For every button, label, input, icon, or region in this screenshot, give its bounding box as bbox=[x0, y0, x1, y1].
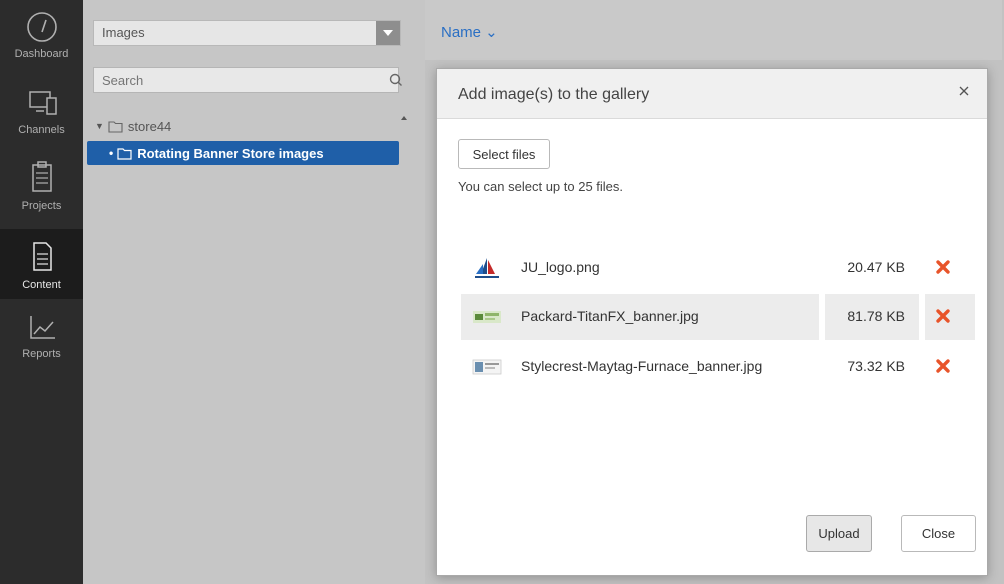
nav-label-projects: Projects bbox=[21, 200, 62, 212]
close-icon[interactable] bbox=[957, 84, 971, 98]
file-thumbnail-icon bbox=[475, 258, 499, 278]
row-separator bbox=[819, 294, 825, 340]
file-name: Stylecrest-Maytag-Furnace_banner.jpg bbox=[521, 358, 763, 374]
expand-caret-icon[interactable]: ▼ bbox=[95, 121, 104, 131]
nav-item-reports[interactable]: Reports bbox=[0, 300, 83, 370]
dropdown-caret-icon[interactable] bbox=[376, 21, 400, 45]
file-thumbnail-icon bbox=[472, 359, 502, 375]
bullet-icon: • bbox=[109, 146, 114, 160]
upload-button[interactable]: Upload bbox=[806, 515, 872, 552]
search-icon[interactable] bbox=[389, 73, 403, 87]
nav-item-projects[interactable]: Projects bbox=[0, 150, 83, 220]
dialog-header: Add image(s) to the gallery bbox=[437, 69, 987, 119]
file-limit-hint: You can select up to 25 files. bbox=[458, 179, 624, 194]
folder-icon bbox=[117, 147, 132, 160]
folder-tree-panel: Images ▼ store44 • Rotating Banner Store… bbox=[83, 0, 425, 584]
main-nav-rail: Dashboard Channels Projects Content Repo… bbox=[0, 0, 83, 584]
file-size: 20.47 KB bbox=[847, 259, 905, 275]
file-name: Packard-TitanFX_banner.jpg bbox=[521, 308, 699, 324]
folder-icon bbox=[108, 120, 123, 133]
close-button[interactable]: Close bbox=[901, 515, 976, 552]
file-size: 73.32 KB bbox=[847, 358, 905, 374]
file-name: JU_logo.png bbox=[521, 259, 600, 275]
tree-node-store44[interactable]: ▼ store44 bbox=[95, 117, 171, 135]
nav-label-reports: Reports bbox=[22, 348, 61, 360]
dashboard-gauge-icon bbox=[26, 12, 57, 42]
nav-item-content[interactable]: Content bbox=[0, 229, 83, 299]
file-row: Packard-TitanFX_banner.jpg 81.78 KB bbox=[461, 294, 975, 340]
remove-file-icon[interactable] bbox=[935, 259, 951, 275]
nav-item-dashboard[interactable]: Dashboard bbox=[0, 0, 83, 70]
file-row: Stylecrest-Maytag-Furnace_banner.jpg 73.… bbox=[461, 344, 975, 390]
content-document-icon bbox=[32, 242, 52, 271]
nav-label-dashboard: Dashboard bbox=[14, 48, 69, 60]
tree-node-label: store44 bbox=[127, 118, 172, 134]
content-header: Name ⌄ bbox=[425, 0, 1002, 60]
tree-scroll-up-icon[interactable] bbox=[401, 112, 407, 132]
file-thumbnail-icon bbox=[473, 311, 501, 323]
dialog-title: Add image(s) to the gallery bbox=[458, 86, 650, 103]
row-separator bbox=[919, 294, 925, 340]
sort-by-name-button[interactable]: Name ⌄ bbox=[441, 23, 498, 41]
remove-file-icon[interactable] bbox=[935, 358, 951, 374]
dropdown-value: Images bbox=[102, 25, 145, 40]
nav-item-channels[interactable]: Channels bbox=[0, 76, 83, 146]
tree-node-rotating-banner[interactable]: • Rotating Banner Store images bbox=[87, 141, 399, 165]
tree-node-label: Rotating Banner Store images bbox=[137, 145, 324, 161]
nav-label-channels: Channels bbox=[18, 124, 65, 136]
file-size: 81.78 KB bbox=[847, 308, 905, 324]
remove-file-icon[interactable] bbox=[935, 308, 951, 324]
file-row: JU_logo.png 20.47 KB bbox=[461, 245, 975, 291]
nav-label-content: Content bbox=[22, 279, 61, 291]
select-files-button[interactable]: Select files bbox=[458, 139, 550, 169]
tree-search-input[interactable] bbox=[93, 67, 399, 93]
projects-clipboard-icon bbox=[31, 161, 52, 192]
reports-chart-icon bbox=[29, 316, 55, 339]
library-type-dropdown[interactable]: Images bbox=[93, 20, 401, 46]
channels-devices-icon bbox=[28, 91, 57, 115]
add-images-dialog: Add image(s) to the gallery Select files… bbox=[436, 68, 988, 576]
